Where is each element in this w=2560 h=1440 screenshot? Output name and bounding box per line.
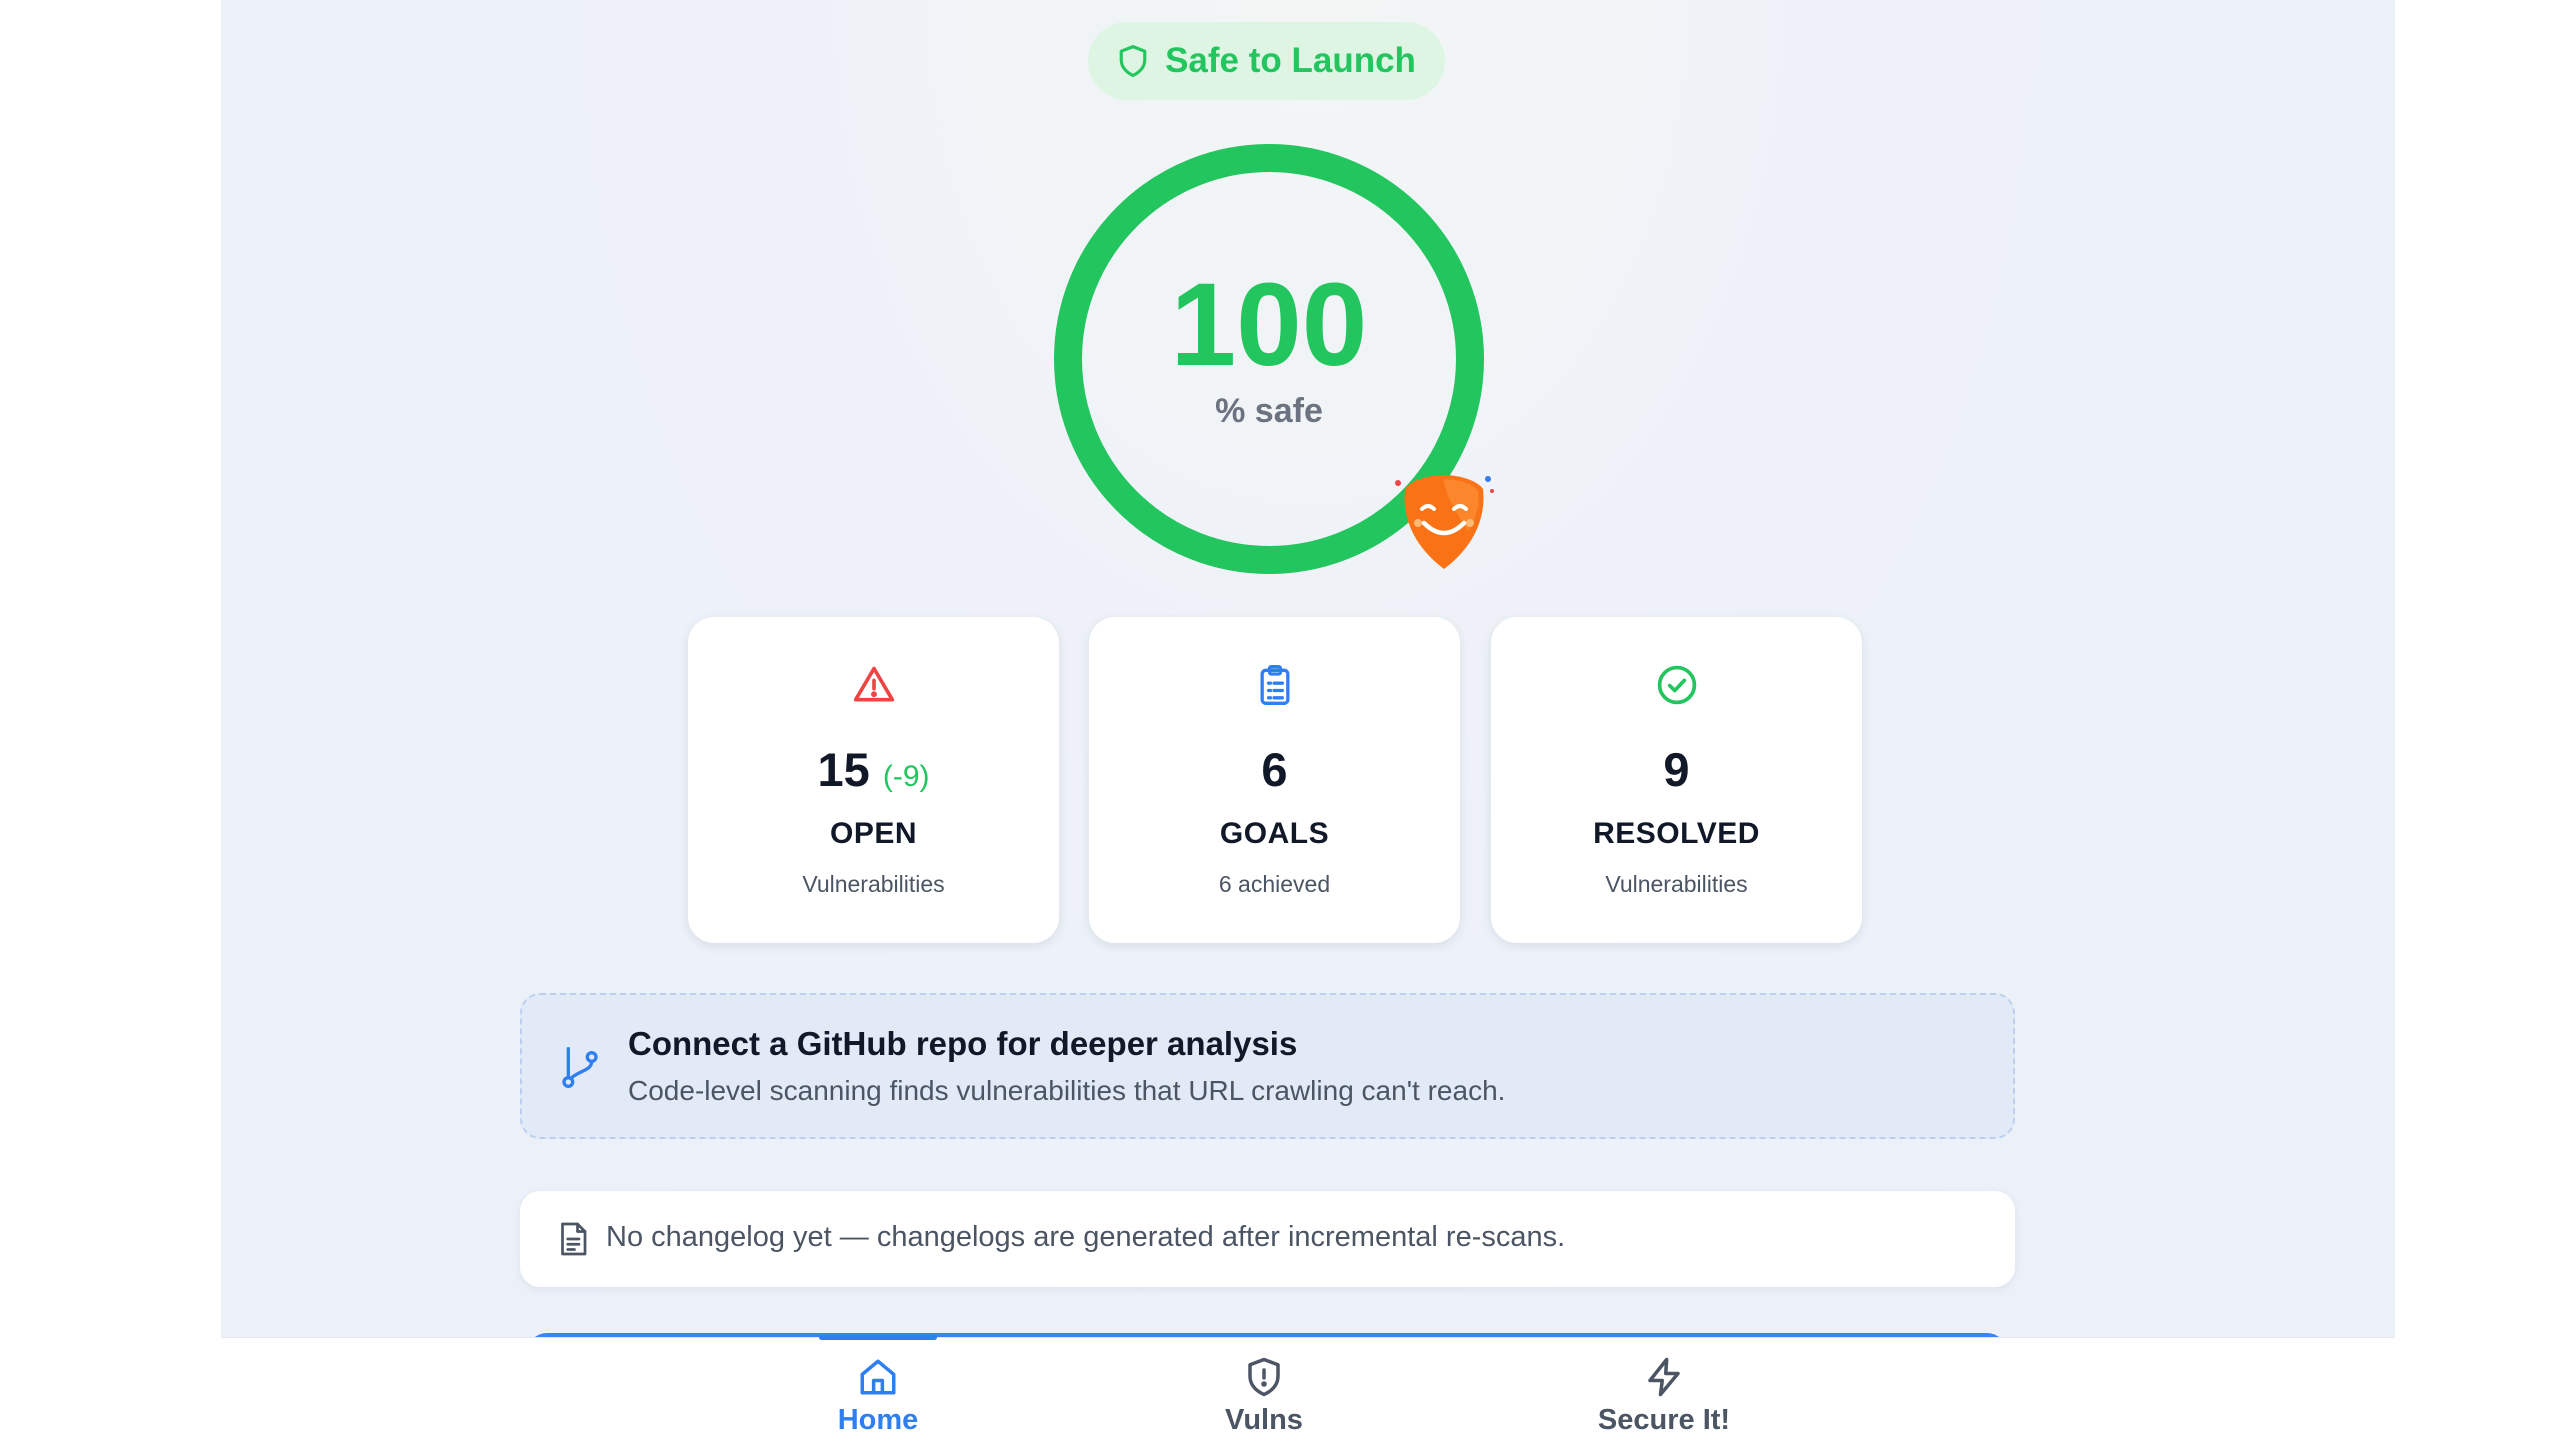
home-icon	[860, 1359, 896, 1395]
git-branch-icon	[562, 1046, 598, 1088]
nav-item-secure-it[interactable]: Secure It!	[1574, 1338, 1754, 1440]
app-screen: Safe to Launch 100 % safe 15 (-9) OPEN V…	[221, 0, 2395, 1440]
status-badge: Safe to Launch	[1088, 22, 1445, 100]
stat-card-goals[interactable]: 6 GOALS 6 achieved	[1089, 617, 1460, 943]
stat-title: OPEN	[829, 817, 918, 850]
shield-alert-icon	[1248, 1357, 1280, 1397]
github-connect-description: Code-level scanning finds vulnerabilitie…	[628, 1075, 1506, 1106]
stat-card-open[interactable]: 15 (-9) OPEN Vulnerabilities	[688, 617, 1059, 943]
score-label: % safe	[1215, 392, 1323, 430]
status-label: Safe to Launch	[1165, 41, 1416, 80]
github-connect-title: Connect a GitHub repo for deeper analysi…	[628, 1025, 1298, 1062]
changelog-empty-message: No changelog yet — changelogs are genera…	[606, 1221, 1566, 1253]
nav-item-label: Home	[837, 1404, 919, 1436]
stat-card-resolved[interactable]: 9 RESOLVED Vulnerabilities	[1491, 617, 1862, 943]
stat-value: 15	[817, 743, 870, 796]
github-connect-banner[interactable]: Connect a GitHub repo for deeper analysi…	[520, 993, 2015, 1139]
stat-value: 6	[1261, 743, 1288, 796]
bottom-nav: Home Vulns Secure It!	[221, 1335, 2395, 1440]
smiling-shield-mascot-icon	[1395, 475, 1494, 569]
stat-title: RESOLVED	[1593, 817, 1760, 850]
changelog-panel: No changelog yet — changelogs are genera…	[520, 1191, 2015, 1287]
document-icon	[561, 1222, 587, 1256]
stat-delta: (-9)	[882, 760, 930, 793]
clipboard-list-icon	[1260, 665, 1289, 705]
stat-subtitle: Vulnerabilities	[802, 871, 945, 897]
shield-icon	[1119, 45, 1147, 77]
check-circle-icon	[1657, 665, 1696, 705]
stat-title: GOALS	[1219, 817, 1330, 850]
warning-triangle-icon	[853, 666, 894, 702]
nav-item-label: Vulns	[1225, 1404, 1303, 1436]
stat-subtitle: Vulnerabilities	[1605, 871, 1748, 897]
stat-value: 9	[1663, 743, 1690, 796]
lightning-bolt-icon	[1648, 1357, 1680, 1397]
nav-item-vulns[interactable]: Vulns	[1194, 1338, 1334, 1440]
stat-subtitle: 6 achieved	[1218, 871, 1331, 897]
score-value: 100	[1170, 259, 1368, 391]
nav-item-home[interactable]: Home	[808, 1338, 948, 1440]
nav-item-label: Secure It!	[1597, 1404, 1731, 1436]
